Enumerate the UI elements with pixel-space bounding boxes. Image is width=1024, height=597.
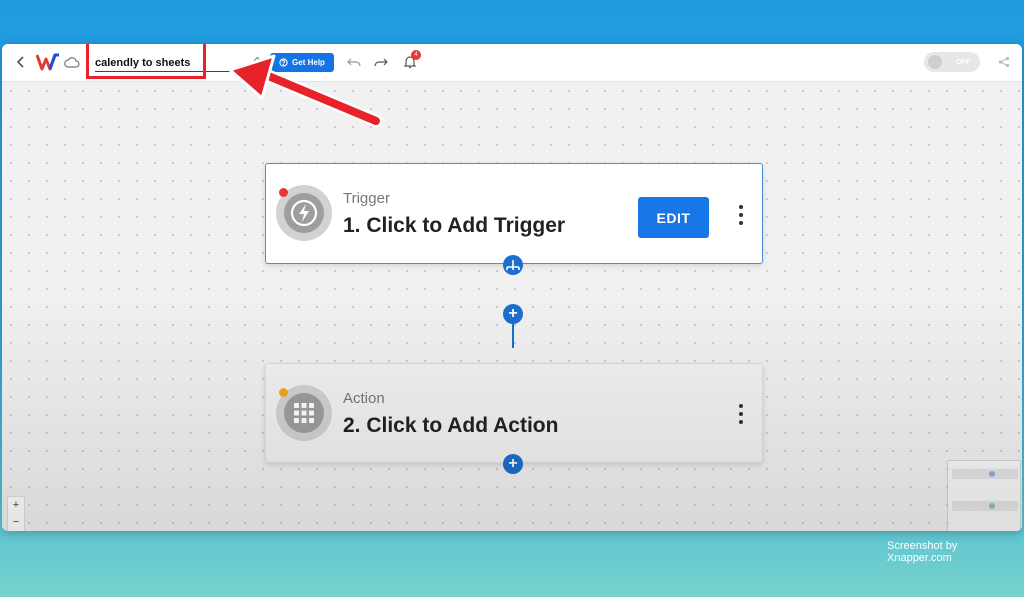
trigger-kind-label: Trigger — [343, 190, 390, 207]
edit-button[interactable]: EDIT — [638, 197, 709, 238]
action-card[interactable]: Action 2. Click to Add Action — [265, 363, 763, 463]
pencil-icon[interactable] — [248, 55, 262, 69]
get-help-button[interactable]: Get Help — [270, 53, 334, 72]
action-kind-label: Action — [343, 390, 385, 407]
share-icon[interactable] — [996, 54, 1012, 70]
logo-icon[interactable] — [36, 52, 60, 72]
workflow-toggle[interactable]: OFF — [924, 52, 980, 72]
zoom-out-icon[interactable]: − — [13, 516, 19, 528]
action-kebab-icon[interactable] — [738, 404, 744, 424]
lightning-icon — [290, 199, 318, 227]
grid-icon — [294, 403, 314, 423]
highlight-annotation-box — [86, 44, 206, 79]
cloud-icon[interactable] — [64, 54, 80, 70]
trigger-title[interactable]: 1. Click to Add Trigger — [343, 214, 565, 238]
trigger-status-dot — [279, 188, 288, 197]
split-handle-icon[interactable] — [503, 255, 523, 275]
get-help-label: Get Help — [292, 58, 325, 67]
action-status-dot — [279, 388, 288, 397]
back-icon[interactable] — [14, 54, 28, 70]
notification-badge: 4 — [411, 50, 421, 60]
redo-icon[interactable] — [373, 54, 389, 70]
zoom-in-icon[interactable]: + — [13, 499, 19, 511]
help-icon — [279, 58, 288, 67]
trigger-kebab-icon[interactable] — [738, 205, 744, 225]
action-title[interactable]: 2. Click to Add Action — [343, 414, 558, 438]
minimap-preview — [952, 469, 1018, 511]
minimap[interactable] — [947, 460, 1021, 531]
watermark: Screenshot by Xnapper.com — [887, 540, 958, 564]
add-step-bottom-plus-icon[interactable]: + — [503, 454, 523, 474]
editor-window: Get Help 4 OFF Trigger 1. — [2, 44, 1022, 531]
toggle-knob — [928, 55, 942, 69]
add-step-plus-icon[interactable]: + — [503, 304, 523, 324]
toggle-label: OFF — [956, 58, 970, 66]
trigger-card[interactable]: Trigger 1. Click to Add Trigger EDIT — [265, 163, 763, 264]
workflow-canvas[interactable]: Trigger 1. Click to Add Trigger EDIT + A… — [2, 82, 1022, 531]
zoom-controls: + − ⛶ 🔒︎ — [7, 496, 25, 531]
undo-icon[interactable] — [346, 54, 362, 70]
